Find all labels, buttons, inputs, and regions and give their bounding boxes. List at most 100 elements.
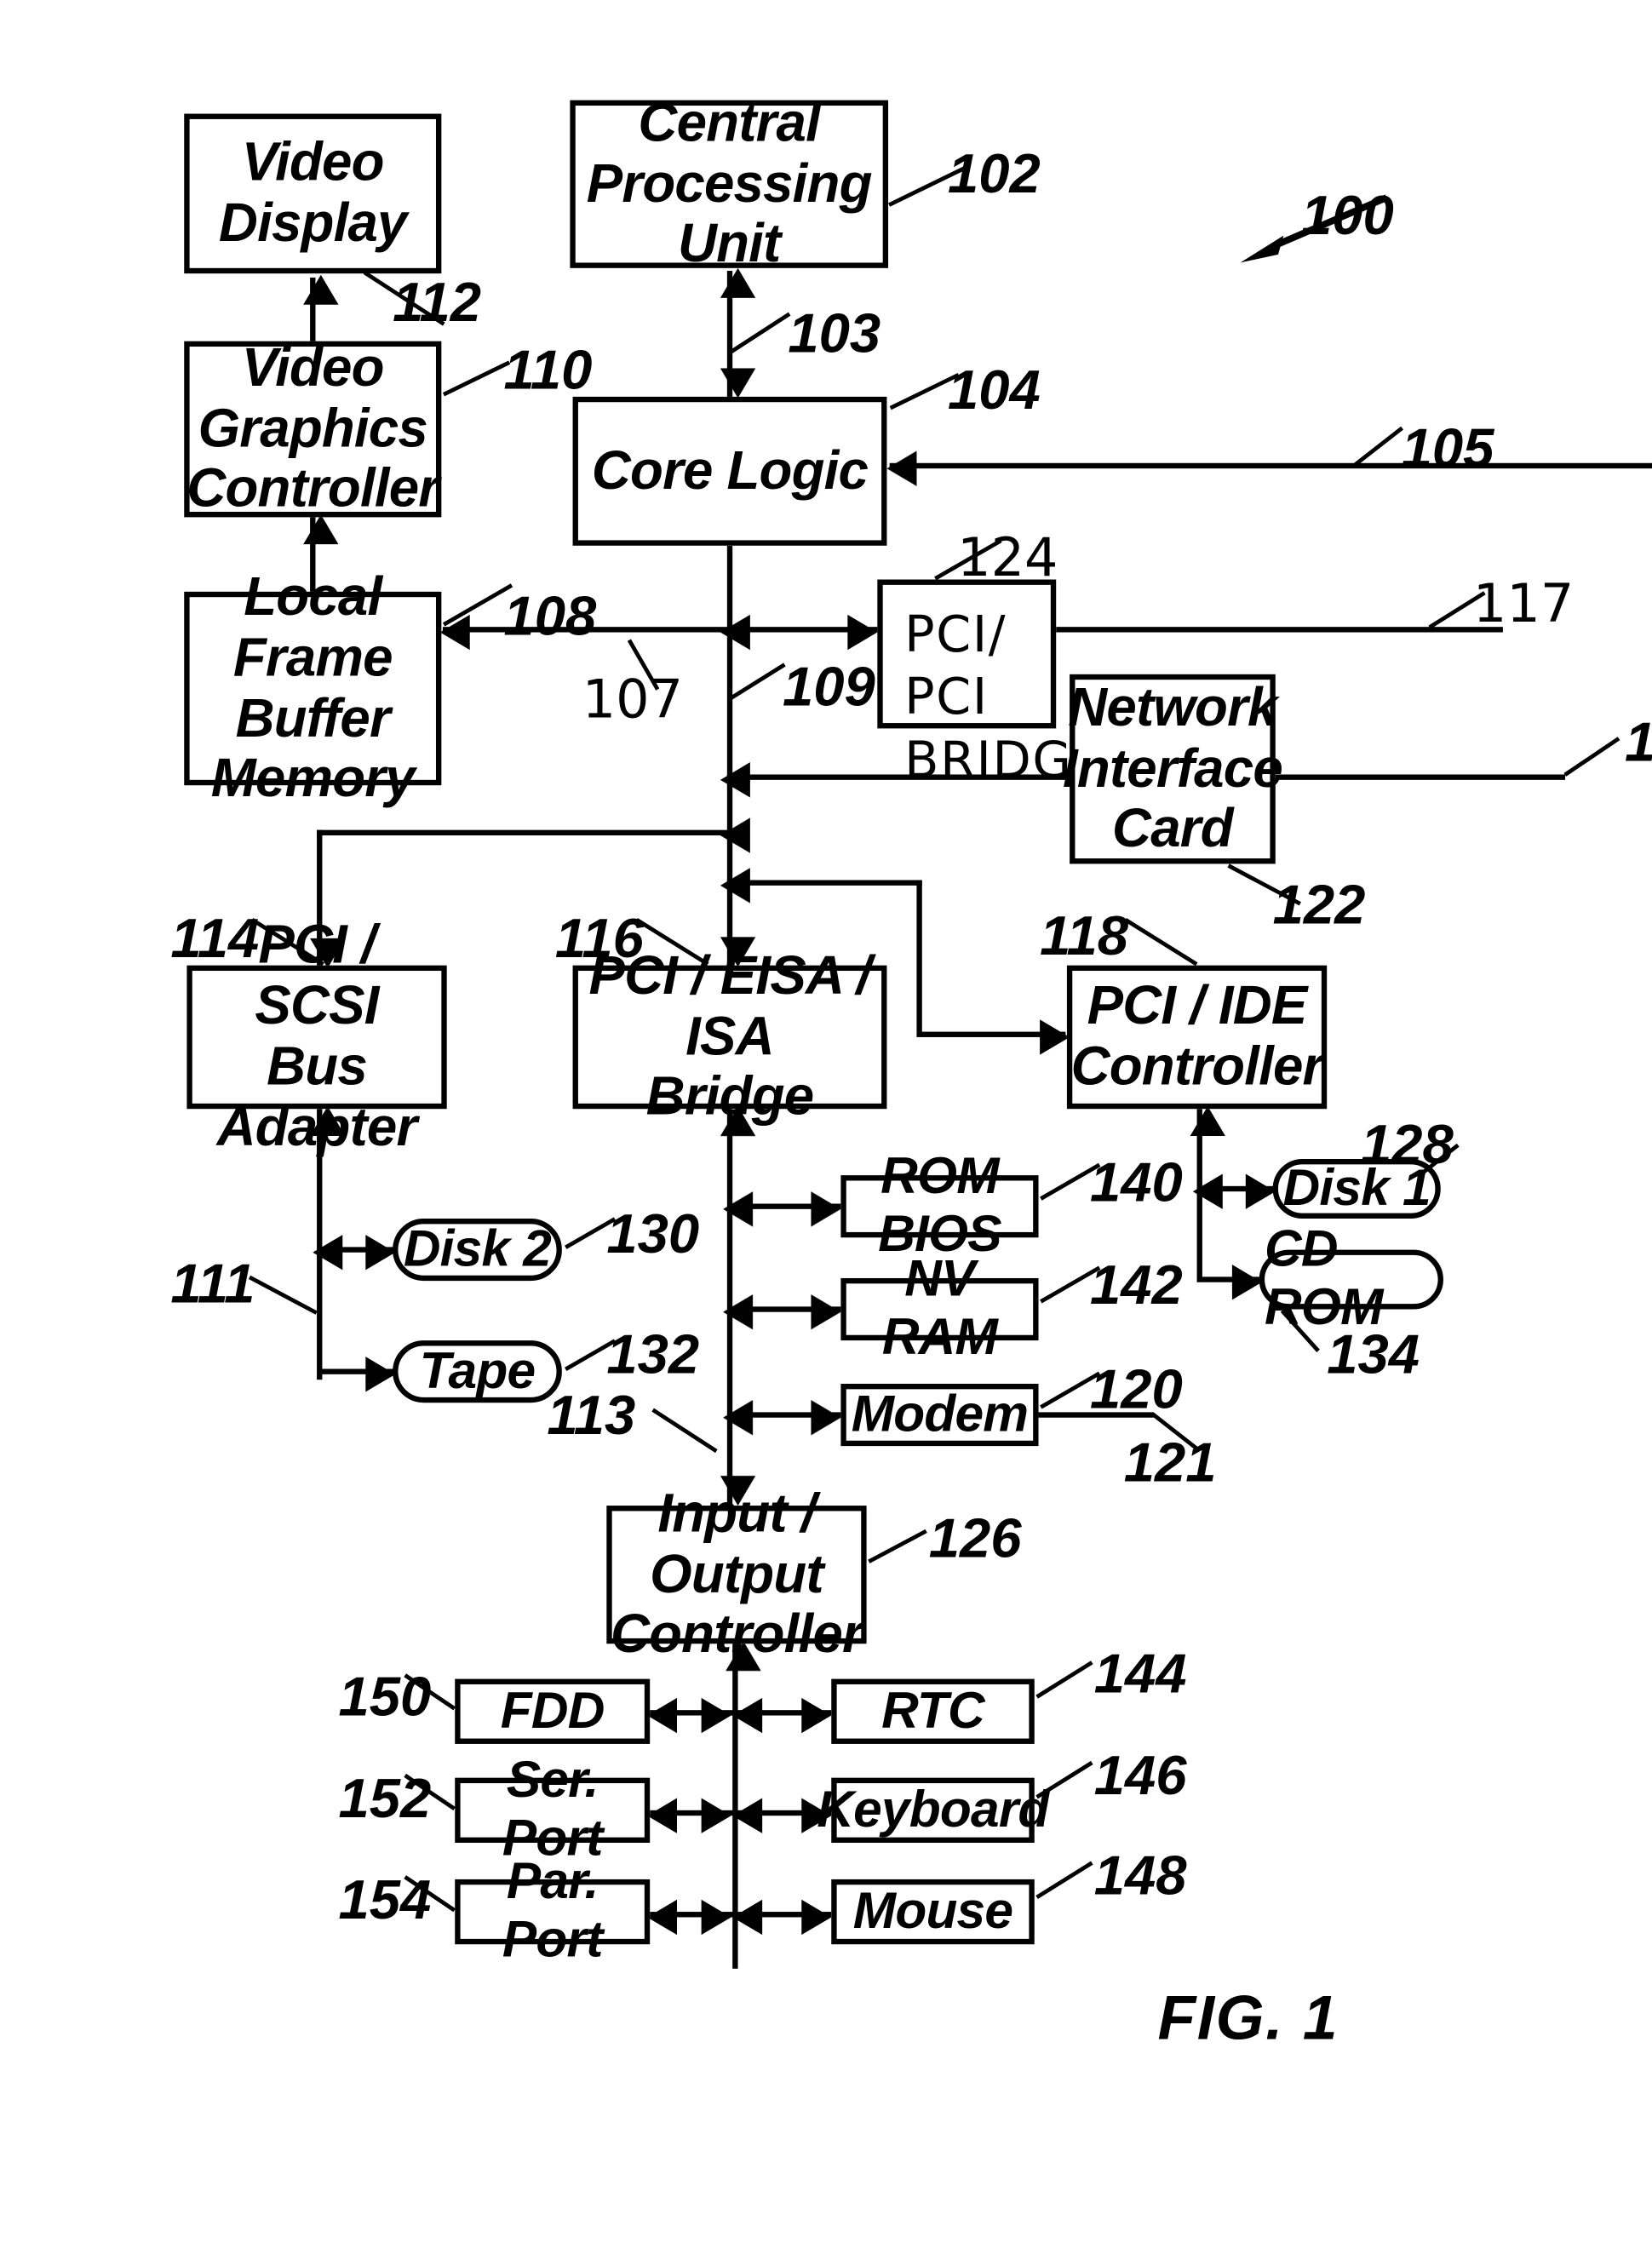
block-label-line2: Controller — [1070, 1036, 1324, 1097]
ref-numeral-126: 126 — [928, 1506, 1022, 1569]
leader-109 — [728, 663, 786, 701]
arrow-left-bus-mouse — [732, 1899, 763, 1936]
leader-118 — [1124, 918, 1198, 967]
drive-label: Disk 2 — [403, 1220, 552, 1278]
block-keyboard: Keyboard — [817, 1777, 1049, 1843]
ref-numeral-116: 116 — [554, 907, 644, 970]
block-video-display: Video Display — [184, 113, 442, 274]
leader-148 — [1035, 1861, 1093, 1900]
arrow-right-bus-fdd — [701, 1697, 731, 1734]
ref-numeral-142: 142 — [1089, 1253, 1183, 1317]
ref-numeral-105: 105 — [1401, 416, 1494, 479]
leader-105 — [1354, 426, 1404, 467]
ref-numeral-112: 112 — [393, 271, 482, 334]
block-label: Par. Port — [502, 1854, 603, 1969]
arrow-right-cdrom — [1231, 1265, 1262, 1300]
block-rom-bios: ROM BIOS — [840, 1149, 1039, 1263]
block-central-processing-unit: Central Processing Unit — [570, 93, 889, 274]
block-io-controller: Input / Output Controller — [606, 1483, 867, 1665]
block-label-line2: Bridge — [645, 1067, 814, 1127]
ref-numeral-130: 130 — [606, 1202, 700, 1265]
leader-146 — [1035, 1760, 1093, 1799]
block-label-line2: Interface — [1062, 738, 1283, 799]
block-label-line1: Input / Output — [650, 1483, 823, 1604]
block-label-line1: PCI/ — [904, 605, 1007, 664]
block-network-interface-card: Network Interface Card — [1063, 674, 1283, 864]
block-label: FDD — [500, 1682, 605, 1740]
arrow-right-ide — [1040, 1019, 1070, 1055]
arrow-left-fdd — [647, 1697, 677, 1734]
ref-numeral-146: 146 — [1093, 1743, 1187, 1807]
block-pci-eisa-isa-bridge: PCI / EISA / ISA Bridge — [572, 946, 887, 1127]
block-pci-pci-bridge: PCI/ PCI BRIDGE — [877, 579, 1104, 789]
block-label: ROM BIOS — [878, 1149, 1001, 1264]
conn-corelogic-pcibus — [726, 545, 733, 624]
arrow-left-serport — [647, 1798, 677, 1833]
arrow-left-parport — [647, 1899, 677, 1936]
block-label-line2: Controller — [610, 1604, 863, 1665]
block-label: Modem — [851, 1385, 1029, 1443]
block-label: Core Logic — [591, 440, 869, 501]
ref-numeral-118: 118 — [1040, 904, 1129, 967]
block-label: Video Display — [218, 133, 407, 254]
block-label-line3: Card — [1112, 799, 1234, 859]
arrow-right-nvram — [811, 1294, 841, 1330]
arrow-left-pcibus-nic — [720, 762, 750, 798]
ref-numeral-154: 154 — [338, 1868, 432, 1931]
arrow-up-ide-bus — [1190, 1106, 1225, 1137]
leader-126 — [868, 1529, 927, 1563]
drive-cd-rom: CD ROM — [1259, 1221, 1443, 1336]
ref-numeral-122: 122 — [1272, 873, 1366, 936]
block-label-line2: Buffer — [235, 688, 391, 749]
ref-numeral-111: 111 — [170, 1252, 255, 1315]
ref-numeral-132: 132 — [606, 1322, 700, 1385]
ref-numeral-104: 104 — [948, 359, 1041, 422]
conn-pcibus-ide-v — [916, 880, 922, 1032]
ref-numeral-148: 148 — [1093, 1844, 1187, 1907]
ref-numeral-144: 144 — [1093, 1642, 1187, 1705]
drive-label: Tape — [419, 1342, 536, 1400]
block-fdd: FDD — [455, 1678, 651, 1744]
block-label-line1: Network — [1068, 678, 1277, 738]
block-pci-ide-controller: PCI / IDE Controller — [1066, 965, 1328, 1110]
arrow-down-corelogic — [720, 368, 756, 399]
ref-numeral-109: 109 — [783, 655, 875, 718]
leader-113 — [651, 1408, 718, 1454]
arrow-right-disk2 — [365, 1235, 396, 1271]
block-rtc: RTC — [831, 1678, 1035, 1744]
block-label-line2: PCI — [904, 668, 989, 726]
figure-caption: FIG. 1 — [1157, 1982, 1339, 2053]
arrow-left-pcibus-scsi — [720, 817, 750, 853]
ref-numeral-117: 117 — [1472, 574, 1575, 635]
block-label-line1: Central — [638, 93, 820, 153]
ref-numeral-152: 152 — [338, 1766, 432, 1830]
block-pci-scsi-bus-adapter: PCI / SCSI Bus Adapter — [186, 915, 447, 1157]
conn-corelogic-sysram — [889, 462, 1652, 469]
leader-111 — [248, 1275, 318, 1315]
system-ref-arrow — [1240, 194, 1388, 263]
patent-figure-sheet: Video Display Central Processing Unit Vi… — [0, 0, 1652, 2243]
ref-numeral-103: 103 — [788, 301, 881, 364]
block-parallel-port: Par. Port — [455, 1854, 651, 1969]
ref-numeral-150: 150 — [338, 1665, 432, 1728]
block-serial-port: Ser. Port — [455, 1753, 651, 1867]
ref-numeral-134: 134 — [1327, 1322, 1420, 1385]
block-label-line1: Local Frame — [232, 567, 393, 688]
ref-numeral-140: 140 — [1089, 1150, 1183, 1213]
ref-numeral-107: 107 — [582, 670, 684, 731]
arrow-left-scsi-disk2 — [313, 1235, 343, 1271]
block-modem: Modem — [840, 1383, 1039, 1447]
arrow-right-tape — [365, 1357, 396, 1392]
block-video-graphics-controller: Video Graphics Controller — [184, 338, 442, 519]
drive-disk-2: Disk 2 — [393, 1219, 562, 1282]
ref-numeral-108: 108 — [503, 584, 597, 648]
ref-numeral-128: 128 — [1360, 1112, 1454, 1176]
conn-pcibus-scsi-h — [317, 829, 731, 836]
arrow-right-bus-parport — [701, 1899, 731, 1936]
leader-108 — [442, 583, 513, 627]
ref-numeral-120: 120 — [1089, 1357, 1183, 1420]
ref-numeral-114: 114 — [170, 907, 260, 970]
drive-tape: Tape — [393, 1340, 562, 1403]
arrow-up-display — [303, 274, 339, 305]
ref-numeral-113: 113 — [547, 1383, 636, 1447]
